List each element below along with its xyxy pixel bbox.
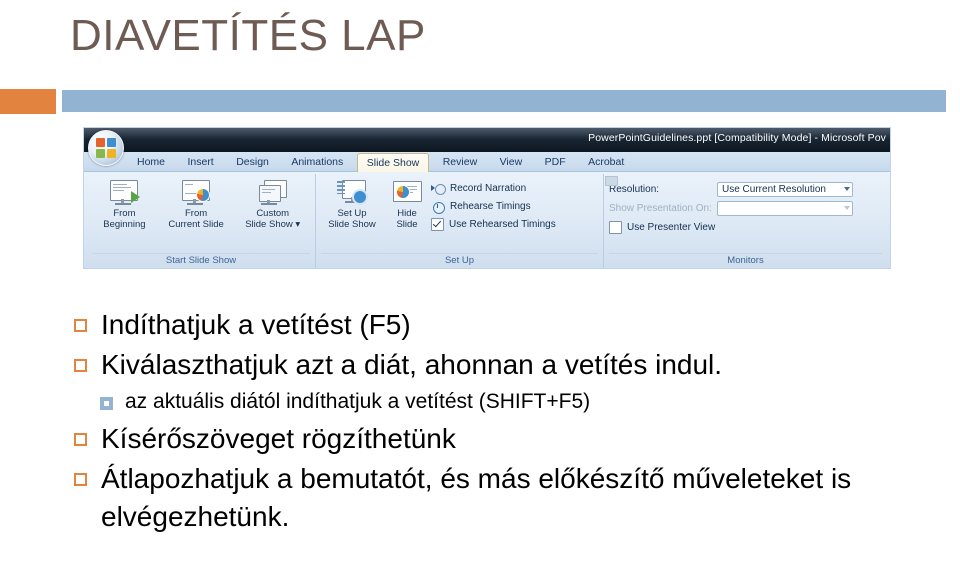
hide-slide-line2: Slide (396, 219, 418, 230)
list-item: az aktuális diától indíthatjuk a vetítés… (74, 386, 934, 418)
ribbon-group-set-up: Set Up Slide Show Hide Slide Record Narr… (315, 174, 603, 268)
orb-quadrant-yellow (107, 149, 116, 158)
bullet-square-icon (74, 319, 87, 332)
set-up-command-list: Record Narration Rehearse Timings Use Re… (431, 177, 556, 232)
bullet-square-icon (74, 359, 87, 372)
tab-slide-show[interactable]: Slide Show (356, 153, 430, 172)
list-item-text: az aktuális diától indíthatjuk a vetítés… (125, 390, 591, 413)
from-current-slide-button[interactable]: From Current Slide (157, 177, 236, 230)
page-title: DIAVETÍTÉS LAP (70, 11, 426, 60)
ribbon-bottom-rail (84, 268, 890, 269)
list-item: Indíthatjuk a vetítést (F5) (74, 306, 934, 344)
orb-quadrant-orange (96, 138, 105, 147)
custom-slide-show-icon (258, 180, 288, 206)
from-beginning-line1: From (113, 208, 136, 219)
office-button-icon[interactable] (88, 130, 124, 166)
window-title-text: PowerPointGuidelines.ppt [Compatibility … (588, 132, 886, 144)
use-rehearsed-timings-checkbox[interactable] (431, 218, 444, 231)
record-narration-label: Record Narration (450, 182, 527, 194)
show-presentation-on-label: Show Presentation On: (609, 202, 712, 214)
bullet-square-icon (74, 473, 87, 486)
resolution-row: Resolution: Use Current Resolution (609, 181, 853, 197)
hide-slide-button[interactable]: Hide Slide (383, 177, 431, 230)
use-presenter-view-row[interactable]: Use Presenter View (609, 219, 853, 235)
chevron-down-icon[interactable] (844, 187, 850, 191)
custom-slide-show-line2: Slide Show ▾ (245, 219, 301, 230)
from-current-slide-line2: Current Slide (168, 219, 224, 230)
ribbon-group-monitors: Resolution: Use Current Resolution Show … (603, 174, 887, 268)
resolution-label-wrap: Resolution: (609, 184, 717, 195)
group-label-start-slide-show: Start Slide Show (92, 253, 310, 268)
record-narration-command[interactable]: Record Narration (431, 181, 556, 196)
rehearse-timings-label: Rehearse Timings (450, 200, 531, 212)
use-rehearsed-timings-label: Use Rehearsed Timings (449, 218, 556, 230)
tab-animations[interactable]: Animations (282, 152, 352, 171)
slide-bullet-list: Indíthatjuk a vetítést (F5) Kiválaszthat… (74, 306, 934, 538)
list-item: Átlapozhatjuk a bemutatót, és más előkés… (74, 460, 934, 536)
tab-view[interactable]: View (491, 152, 532, 171)
record-narration-icon (431, 182, 446, 196)
ribbon-body: From Beginning From Current Slide Custom… (84, 172, 890, 268)
use-presenter-view-label: Use Presenter View (627, 221, 716, 233)
from-beginning-button[interactable]: From Beginning (92, 177, 157, 230)
custom-slide-show-button[interactable]: Custom Slide Show ▾ (235, 177, 310, 230)
use-presenter-view-checkbox[interactable] (609, 220, 622, 234)
show-presentation-on-row: Show Presentation On: (609, 200, 853, 216)
from-beginning-line2: Beginning (103, 219, 146, 230)
tab-home[interactable]: Home (128, 152, 174, 171)
resolution-combobox[interactable]: Use Current Resolution (717, 181, 853, 197)
bullet-square-icon (74, 433, 87, 446)
list-item: Kísérőszöveget rögzíthetünk (74, 420, 934, 458)
hide-slide-line1: Hide (397, 208, 417, 219)
list-item-text: Kiválaszthatjuk azt a diát, ahonnan a ve… (101, 349, 723, 380)
bullet-square-filled-icon (100, 397, 113, 410)
set-up-slide-show-line2: Slide Show (328, 219, 376, 230)
from-current-slide-icon (181, 180, 211, 206)
tab-review[interactable]: Review (434, 152, 486, 171)
accent-bar-orange (0, 89, 56, 114)
group-items: From Beginning From Current Slide Custom… (92, 177, 310, 253)
show-presentation-on-label-wrap: Show Presentation On: (609, 203, 717, 214)
orb-quadrant-blue (107, 138, 116, 147)
chevron-down-icon[interactable] (844, 206, 850, 210)
tab-insert[interactable]: Insert (178, 152, 222, 171)
show-presentation-on-combobox[interactable] (717, 200, 853, 216)
ribbon-tabstrip: Home Insert Design Animations Slide Show… (84, 152, 890, 172)
list-item: Kiválaszthatjuk azt a diát, ahonnan a ve… (74, 346, 934, 384)
orb-quadrant-green (96, 149, 105, 158)
set-up-slide-show-line1: Set Up (337, 208, 367, 219)
resolution-value: Use Current Resolution (722, 183, 826, 195)
from-current-slide-line1: From (185, 208, 208, 219)
ribbon-group-start-slide-show: From Beginning From Current Slide Custom… (87, 174, 315, 268)
rehearse-timings-command[interactable]: Rehearse Timings (431, 199, 556, 214)
hide-slide-icon (392, 180, 422, 206)
window-titlebar: PowerPointGuidelines.ppt [Compatibility … (84, 128, 890, 152)
list-item-text: Átlapozhatjuk a bemutatót, és más előkés… (101, 463, 852, 532)
tab-pdf[interactable]: PDF (536, 152, 575, 171)
set-up-slide-show-button[interactable]: Set Up Slide Show (321, 177, 383, 230)
set-up-slide-show-icon (337, 180, 368, 206)
tab-acrobat[interactable]: Acrobat (579, 152, 633, 171)
custom-slide-show-line1: Custom (256, 208, 290, 219)
accent-bar-blue (62, 90, 946, 112)
rehearse-timings-icon (431, 200, 446, 214)
group-items: Set Up Slide Show Hide Slide Record Narr… (321, 177, 598, 253)
office-logo-icon (96, 138, 116, 158)
tab-design[interactable]: Design (227, 152, 278, 171)
powerpoint-ribbon-screenshot: PowerPointGuidelines.ppt [Compatibility … (83, 127, 891, 269)
group-items: Resolution: Use Current Resolution Show … (609, 177, 882, 253)
group-label-set-up: Set Up (321, 253, 598, 268)
from-beginning-icon (109, 180, 141, 206)
monitors-rows: Resolution: Use Current Resolution Show … (609, 177, 853, 235)
list-item-text: Indíthatjuk a vetítést (F5) (101, 309, 411, 340)
list-item-text: Kísérőszöveget rögzíthetünk (101, 423, 456, 454)
use-rehearsed-timings-command[interactable]: Use Rehearsed Timings (431, 217, 556, 232)
group-label-monitors: Monitors (609, 253, 882, 268)
